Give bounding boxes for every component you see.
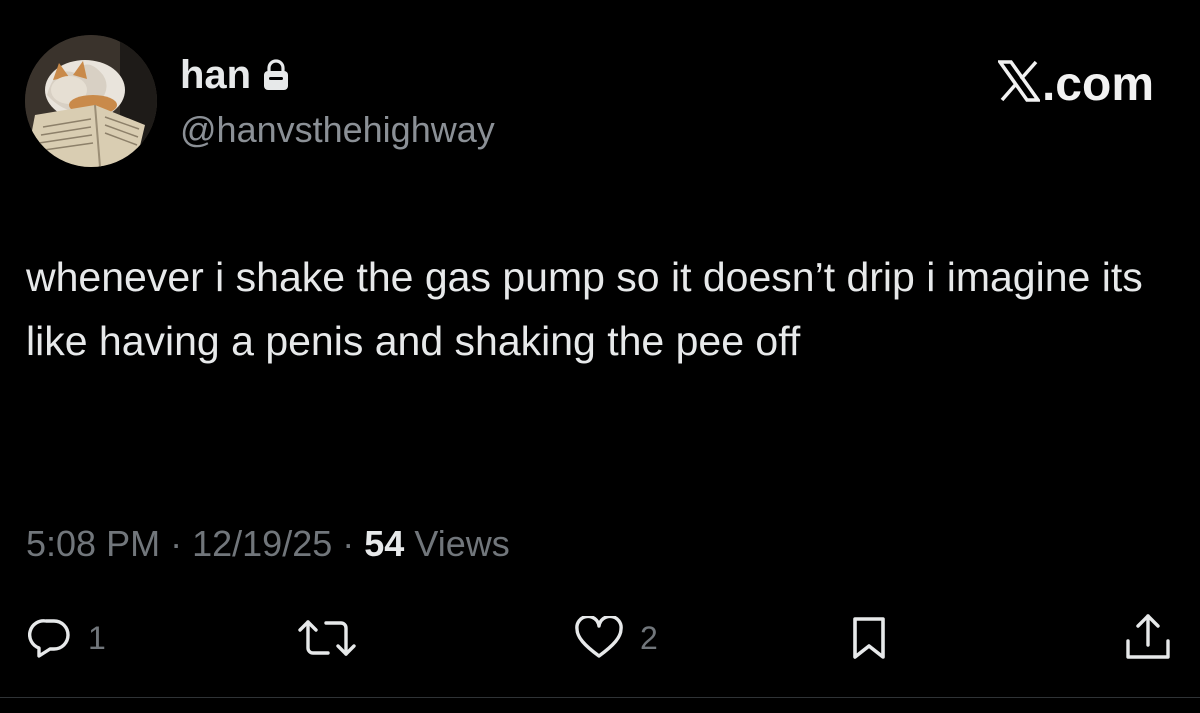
bookmark-icon <box>849 615 889 661</box>
tweet-text: whenever i shake the gas pump so it does… <box>26 254 1143 364</box>
reply-count: 1 <box>88 619 106 656</box>
bottom-divider <box>0 697 1200 698</box>
heart-icon <box>574 616 624 660</box>
cat-reading-book-avatar-icon <box>25 35 157 167</box>
lock-icon <box>263 59 289 91</box>
like-button[interactable]: 2 <box>574 610 658 666</box>
avatar[interactable] <box>25 35 157 167</box>
tweet-meta: 5:08 PM · 12/19/25 · 54 Views <box>26 520 510 568</box>
author-name-row: han <box>180 50 289 100</box>
reply-button[interactable]: 1 <box>28 610 106 666</box>
repost-icon <box>296 616 358 660</box>
display-name[interactable]: han <box>180 55 251 95</box>
tweet-card: han @hanvsthehighway .com whenever i sha… <box>0 0 1200 713</box>
tweet-time[interactable]: 5:08 PM <box>26 523 160 564</box>
x-logo-icon <box>996 60 1042 111</box>
views-label: Views <box>414 523 510 564</box>
like-count: 2 <box>640 619 658 656</box>
action-bar: 1 2 <box>0 610 1200 670</box>
bookmark-button[interactable] <box>849 610 889 666</box>
repost-button[interactable] <box>296 610 374 666</box>
tweet-date[interactable]: 12/19/25 <box>192 523 332 564</box>
brand-watermark: .com <box>996 57 1154 111</box>
views-count: 54 <box>364 523 405 564</box>
meta-separator: · <box>170 523 183 564</box>
reply-icon <box>28 616 72 660</box>
handle[interactable]: @hanvsthehighway <box>180 112 495 148</box>
brand-domain: .com <box>1041 57 1154 111</box>
share-icon <box>1124 613 1172 663</box>
share-button[interactable] <box>1124 610 1172 666</box>
meta-separator: · <box>342 523 355 564</box>
